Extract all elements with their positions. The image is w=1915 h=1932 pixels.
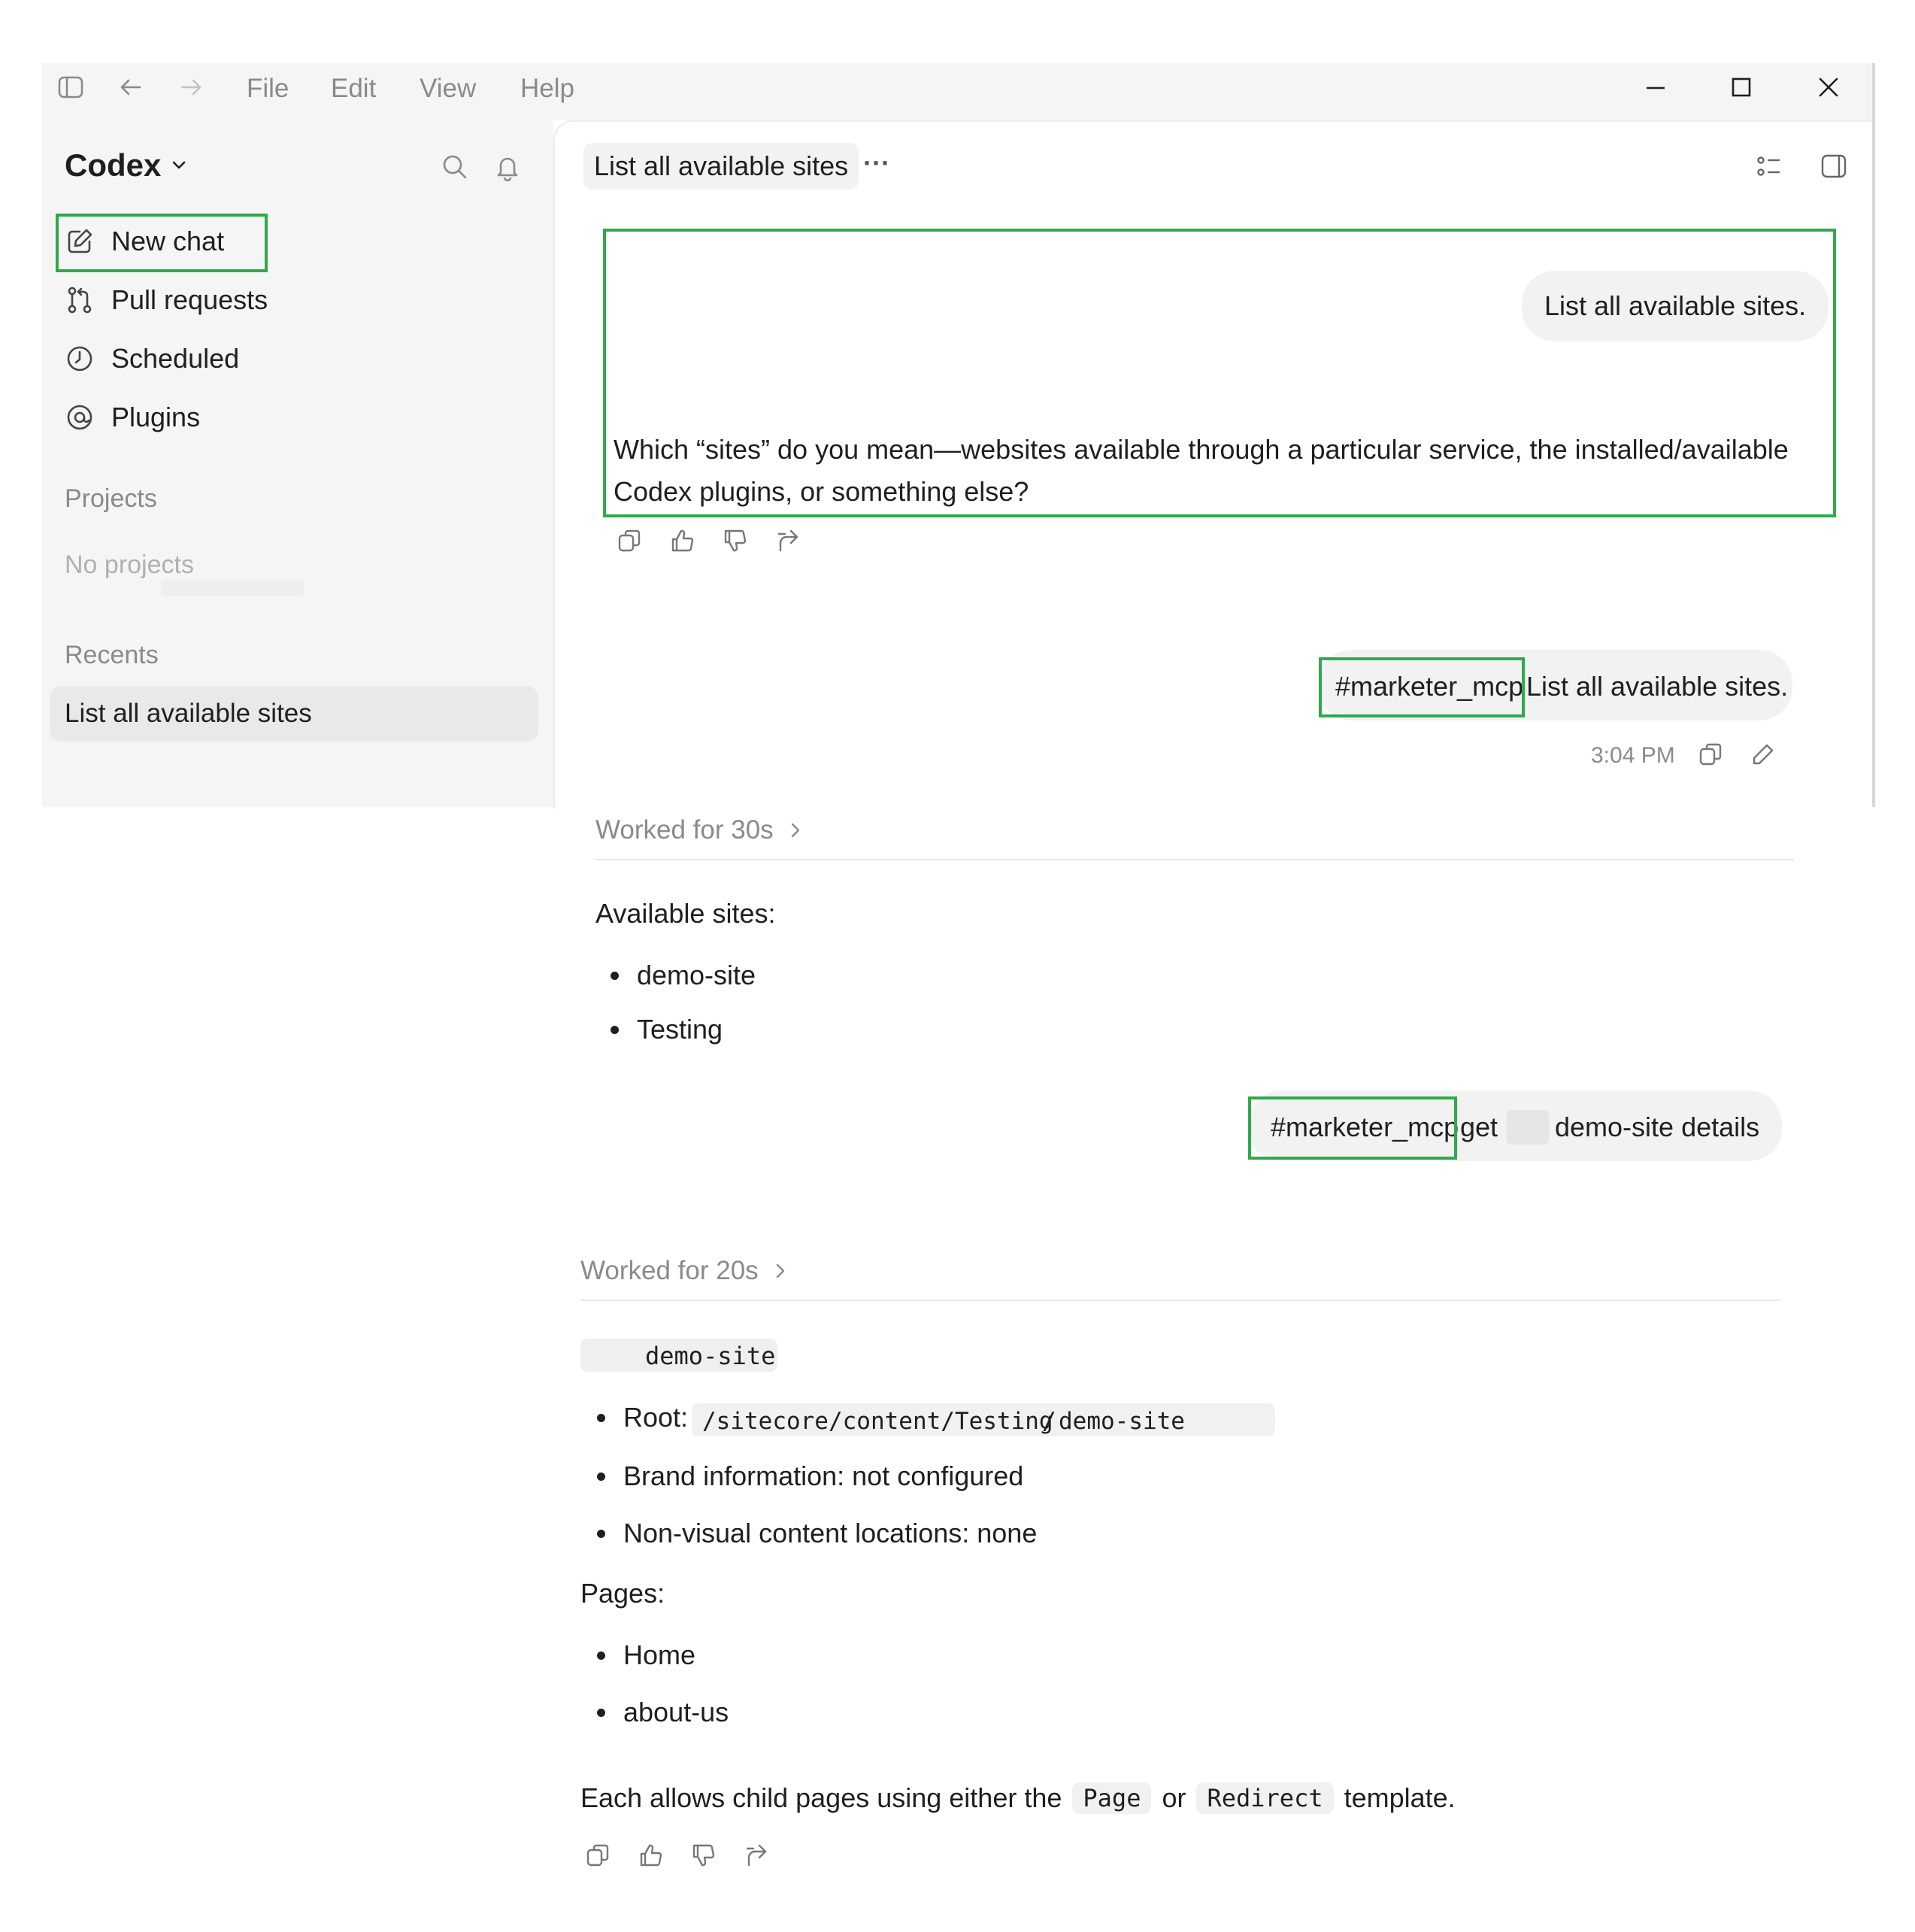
answer-intro: Available sites: (595, 898, 776, 929)
sidebar-item-label: Plugins (111, 402, 201, 432)
worked-toggle[interactable]: Worked for 30s (595, 815, 805, 845)
user-message-text-3: demo-site details (1555, 1112, 1760, 1142)
chevron-right-icon (771, 1260, 790, 1282)
list-item-text: demo-site (637, 960, 756, 990)
sidebar-item-label: Scheduled (111, 343, 240, 374)
list-item: Home (597, 1639, 695, 1671)
list-item: demo-site (611, 960, 756, 991)
message-timestamp: 3:04 PM (1591, 743, 1675, 768)
list-item-text: Non-visual content locations: none (623, 1518, 1038, 1548)
list-item: Non-visual content locations: none (597, 1518, 1037, 1549)
menu-help[interactable]: Help (520, 74, 574, 104)
message-actions (617, 528, 800, 554)
projects-empty-text: No projects (65, 550, 194, 579)
chat-title-pill[interactable]: List all available sites (583, 143, 859, 190)
user-message-text-2: List all available sites. (1526, 671, 1789, 702)
plugin-icon (65, 402, 95, 432)
clock-icon (65, 344, 95, 374)
window-edge (1872, 63, 1875, 807)
thumbs-up-icon[interactable] (669, 528, 695, 554)
chevron-right-icon (786, 819, 805, 842)
list-item-text: Root: (623, 1402, 689, 1433)
redacted-block (1507, 1110, 1549, 1145)
thumbs-up-icon[interactable] (638, 1843, 663, 1868)
menu-edit[interactable]: Edit (331, 74, 376, 104)
sidebar-item-pull-requests[interactable]: Pull requests (65, 284, 268, 316)
worked-label: Worked for 30s (595, 815, 774, 845)
divider (580, 1300, 1780, 1301)
highlight-mcp-tag-2 (1248, 1096, 1457, 1160)
recent-item[interactable]: List all available sites (50, 686, 538, 742)
pull-request-icon (65, 285, 95, 315)
app-switcher[interactable]: Codex (65, 147, 189, 183)
code-inline: Redirect (1196, 1782, 1334, 1814)
list-item: Root: (597, 1402, 688, 1433)
task-list-icon[interactable] (1755, 152, 1783, 180)
worked-toggle[interactable]: Worked for 20s (580, 1256, 790, 1286)
code-path-b: / (1042, 1408, 1056, 1435)
highlight-new-chat (56, 214, 268, 272)
projects-heading: Projects (65, 484, 157, 513)
copy-icon[interactable] (1698, 742, 1723, 767)
worked-label: Worked for 20s (580, 1256, 759, 1285)
recent-item-label: List all available sites (65, 699, 312, 728)
chevron-down-icon (168, 155, 189, 176)
copy-icon[interactable] (585, 1843, 611, 1868)
menu-file[interactable]: File (247, 74, 289, 104)
user-message-text: List all available sites. (1544, 290, 1807, 321)
recents-heading: Recents (65, 641, 159, 669)
menu-view[interactable]: View (420, 74, 476, 104)
code-heading: demo-site (645, 1342, 776, 1370)
thumbs-down-icon[interactable] (690, 1843, 716, 1868)
user-message-get: get (1460, 1112, 1498, 1142)
sidebar-item-label: Pull requests (111, 284, 268, 315)
assistant-message-text: Which “sites” do you mean—websites avail… (614, 434, 1789, 507)
list-item-text: about-us (623, 1697, 729, 1727)
sidebar-item-scheduled[interactable]: Scheduled (65, 343, 239, 375)
placeholder-bar (161, 581, 304, 596)
title-bar (42, 63, 1874, 120)
back-arrow-icon[interactable] (117, 74, 144, 101)
thumbs-down-icon[interactable] (722, 528, 747, 554)
list-item: Brand information: not configured (597, 1460, 1023, 1492)
code-path-a: /sitecore/content/Testing (702, 1408, 1053, 1435)
minimize-icon[interactable] (1642, 74, 1669, 101)
footer-sentence: Each allows child pages using either the… (580, 1782, 1456, 1814)
footer-text: or (1162, 1782, 1186, 1813)
list-item-text: Home (623, 1639, 696, 1670)
search-icon[interactable] (441, 153, 469, 181)
list-item-text: Brand information: not configured (623, 1460, 1024, 1491)
share-icon[interactable] (774, 528, 800, 554)
more-options-icon[interactable]: ··· (863, 147, 890, 179)
edit-pencil-icon[interactable] (1750, 742, 1776, 767)
user-message-bubble: List all available sites. (1522, 271, 1829, 341)
footer-text: Each allows child pages using either the (580, 1782, 1062, 1813)
sidebar-item-plugins[interactable]: Plugins (65, 402, 200, 433)
side-panel-icon[interactable] (1820, 152, 1848, 180)
code-inline: Page (1072, 1782, 1152, 1814)
footer-text: template. (1344, 1782, 1456, 1813)
divider (595, 859, 1794, 860)
code-path-c: demo-site (1059, 1408, 1185, 1435)
chat-title: List all available sites (594, 150, 849, 181)
close-icon[interactable] (1815, 74, 1842, 101)
maximize-icon[interactable] (1728, 74, 1755, 101)
bell-icon[interactable] (493, 153, 522, 181)
list-item-text: Testing (637, 1014, 723, 1045)
list-item: Testing (611, 1014, 723, 1045)
list-item: about-us (597, 1697, 729, 1728)
app-name: Codex (65, 147, 162, 183)
copy-icon[interactable] (617, 528, 642, 554)
forward-arrow-icon[interactable] (177, 74, 205, 101)
highlight-mcp-tag (1319, 657, 1525, 717)
pages-label: Pages: (580, 1578, 665, 1609)
sidebar-toggle-icon[interactable] (57, 74, 84, 101)
message-actions (585, 1843, 768, 1868)
share-icon[interactable] (743, 1843, 768, 1868)
